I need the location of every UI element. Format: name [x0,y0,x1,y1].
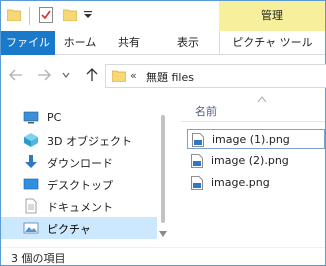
up-arrow-icon[interactable] [85,68,99,82]
tab-picture-tools[interactable]: ピクチャ ツール [219,31,325,55]
header-divider [181,121,325,122]
folder-icon [112,70,126,82]
file-list-pane: 名前 image (1).png image (2).png image.png [171,95,325,247]
column-header-name[interactable]: 名前 [195,103,217,119]
status-bar: 3 個の項目 [1,247,325,265]
sidebar-item-3d-objects[interactable]: 3D オブジェクト [1,129,169,151]
tab-view[interactable]: 表示 [169,31,207,55]
properties-icon[interactable] [39,7,53,23]
sidebar-item-documents[interactable]: ドキュメント [1,195,169,217]
qat-separator [29,7,30,25]
file-name: image (2).png [211,154,289,167]
navigation-pane: PC 3D オブジェクト ダウンロード デスクトップ ドキュメント ピクチャ [1,95,169,247]
pc-icon [23,111,39,124]
navigation-row: « 無題 files [1,56,326,94]
ribbon-tab-bar: ファイル ホーム 共有 表示 ピクチャ ツール [1,31,325,55]
sidebar-item-label: デスクトップ [47,179,113,192]
new-folder-icon[interactable] [63,9,77,21]
item-count: 3 個の項目 [11,252,66,265]
breadcrumb-current-folder[interactable]: 無題 files [146,69,194,85]
sort-ascending-icon [257,96,267,103]
customize-dropdown-icon[interactable] [83,10,93,20]
nav-pane-scrollbar[interactable] [157,95,169,247]
file-name: image.png [211,176,270,189]
sidebar-item-label: 3D オブジェクト [47,135,132,148]
forward-arrow-icon[interactable] [37,68,51,82]
explorer-window: 管理 ファイル ホーム 共有 表示 ピクチャ ツール « 無題 files PC… [0,0,326,266]
tab-share[interactable]: 共有 [111,31,147,55]
context-group-manage: 管理 [219,1,325,31]
back-arrow-icon[interactable] [9,68,23,82]
address-bar[interactable]: « 無題 files [105,64,326,88]
sidebar-item-pictures[interactable]: ピクチャ [1,217,169,239]
title-bar: 管理 [1,1,325,31]
sidebar-item-label: ダウンロード [47,157,113,170]
recent-locations-chevron-icon[interactable] [62,71,70,79]
png-file-icon [192,133,204,147]
documents-icon [25,198,37,214]
sidebar-item-label: PC [47,111,62,124]
sidebar-item-label: ドキュメント [47,201,113,214]
downloads-icon [25,155,37,168]
desktop-icon [23,178,39,190]
file-list-item[interactable]: image (2).png [187,151,325,171]
3d-objects-icon [24,133,38,147]
tab-file[interactable]: ファイル [1,31,55,55]
file-name: image (1).png [212,133,290,146]
png-file-icon [191,154,203,168]
folder-icon [7,9,21,21]
scroll-down-arrow-icon[interactable] [159,231,167,237]
sidebar-item-pc[interactable]: PC [1,107,169,129]
pictures-icon [23,222,39,234]
sidebar-item-downloads[interactable]: ダウンロード [1,151,169,173]
file-list-item[interactable]: image.png [187,173,325,193]
sidebar-item-desktop[interactable]: デスクトップ [1,173,169,195]
file-list-item[interactable]: image (1).png [187,129,325,149]
scrollbar-thumb[interactable] [161,115,165,223]
breadcrumb-overflow-chevrons[interactable]: « [130,69,137,82]
sidebar-item-label: ピクチャ [47,223,91,236]
png-file-icon [191,176,203,190]
tab-home[interactable]: ホーム [59,31,101,55]
